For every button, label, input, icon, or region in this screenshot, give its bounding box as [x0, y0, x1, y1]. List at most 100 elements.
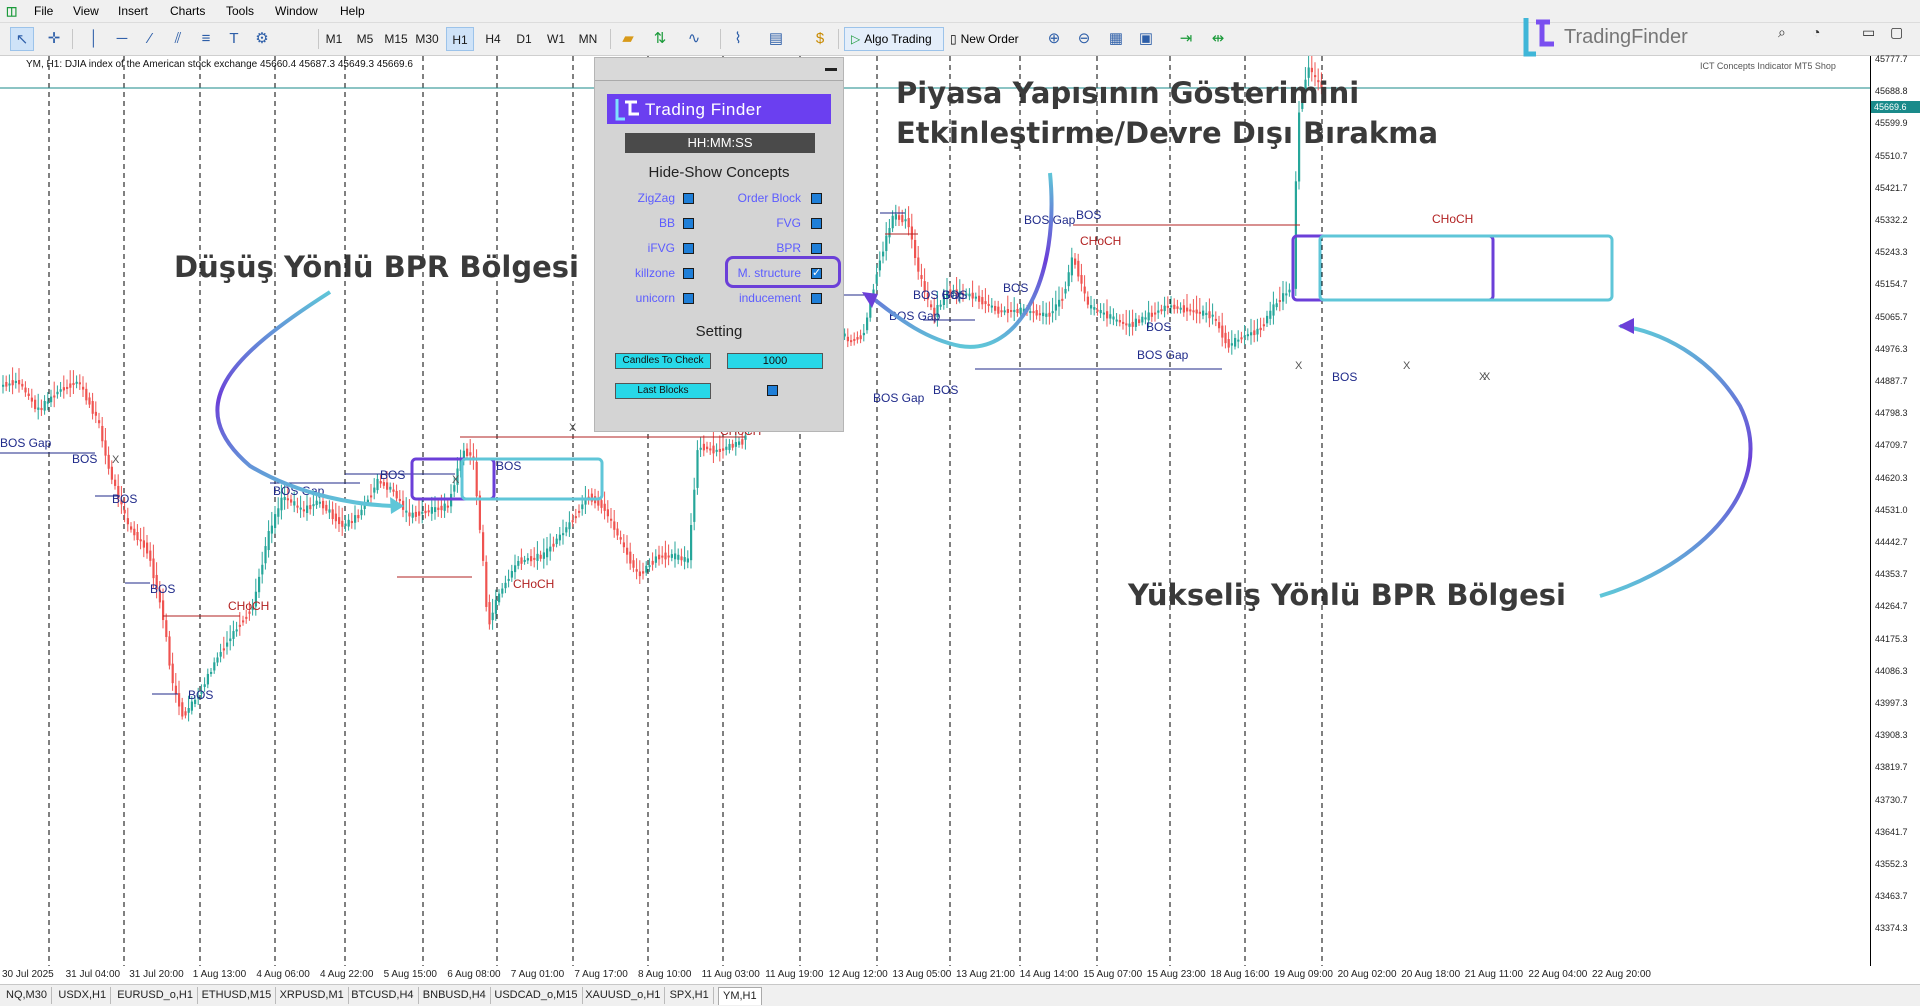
bear-candle [1195, 309, 1198, 314]
tf-d1[interactable]: D1 [510, 27, 538, 51]
candles-to-check-button[interactable]: Candles To Check [615, 353, 711, 369]
symbol-tab[interactable]: NQ,M30 [2, 987, 52, 1004]
tf-h4[interactable]: H4 [479, 27, 507, 51]
last-blocks-button[interactable]: Last Blocks [615, 383, 711, 399]
bull-candle [1202, 310, 1205, 316]
price-tick-label: 43730.7 [1875, 794, 1908, 805]
price-chart[interactable]: BOS Gap BOS BOS BOS BOS CHoCH BOS Gap BOS BOS CHo… [0, 56, 1920, 966]
symbol-tab[interactable]: USDX,H1 [54, 987, 112, 1004]
bear-candle [626, 547, 629, 555]
menu-view[interactable]: View [73, 4, 99, 18]
text-icon[interactable]: T [222, 27, 246, 51]
bull-candle [517, 560, 520, 566]
tf-m15[interactable]: M15 [382, 27, 410, 51]
dollar-icon[interactable]: $ [808, 27, 832, 51]
menu-file[interactable]: File [34, 4, 53, 18]
tf-m30[interactable]: M30 [413, 27, 441, 51]
symbol-tab[interactable]: XRPUSD,M1 [276, 987, 349, 1004]
menu-insert[interactable]: Insert [118, 4, 148, 18]
option-inducement-checkbox[interactable] [811, 293, 822, 304]
minimize-panel-icon[interactable] [825, 68, 837, 71]
restore-icon[interactable]: ▢ [1890, 24, 1903, 41]
menu-help[interactable]: Help [340, 4, 365, 18]
zoom-out-icon[interactable]: ⊖ [1072, 27, 1096, 51]
vertical-line-icon[interactable]: │ [82, 27, 106, 51]
price-axis[interactable]: 45669.6 45777.7 45688.8 45599.9 45510.7 4542… [1870, 54, 1920, 966]
bear-candle [622, 542, 625, 548]
bear-candle [238, 624, 241, 627]
horizontal-line-icon[interactable]: ─ [110, 27, 134, 51]
tf-w1[interactable]: W1 [542, 27, 570, 51]
chart-shift-icon[interactable]: ⇹ [1206, 27, 1230, 51]
bos-label: BOS [496, 459, 521, 473]
tf-m1[interactable]: M1 [320, 27, 348, 51]
crosshair-icon[interactable]: ✛ [42, 27, 66, 51]
indicator-label: ICT Concepts Indicator MT5 Shop [1700, 61, 1836, 71]
folder-icon[interactable]: ▰ [616, 27, 640, 51]
price-tick-label: 43374.3 [1875, 923, 1908, 934]
indicators-icon[interactable]: ⇅ [648, 27, 672, 51]
bull-candle [558, 534, 561, 541]
new-order-button[interactable]: ▯ New Order [950, 27, 1040, 51]
bear-candle [334, 513, 337, 522]
bear-candle [1227, 339, 1230, 348]
tile-icon[interactable]: ▣ [1134, 27, 1158, 51]
candles-to-check-input[interactable]: 1000 [727, 353, 823, 369]
shapes-icon[interactable]: ⚙ [250, 27, 274, 51]
clock-display: HH:MM:SS [625, 133, 815, 153]
symbol-tab[interactable]: ETHUSD,M15 [198, 987, 277, 1004]
tf-h1[interactable]: H1 [446, 27, 474, 51]
bull-candle [1054, 304, 1057, 311]
bear-candle [395, 490, 398, 499]
bull-candle [210, 671, 213, 674]
trendline-icon[interactable]: ⁄ [138, 27, 162, 51]
symbol-tab[interactable]: SPX,H1 [666, 987, 714, 1004]
bear-candle [482, 532, 485, 561]
symbol-tab[interactable]: BNBUSD,H4 [419, 987, 491, 1004]
notifications-icon[interactable]: ◔ [1812, 24, 1820, 40]
date-axis[interactable]: 30 Jul 2025 31 Jul 04:00 31 Jul 20:00 1 Aug… [0, 966, 1870, 984]
cursor-icon[interactable]: ↖ [10, 27, 34, 51]
price-tick-label: 45332.2 [1875, 215, 1908, 225]
autoscroll-icon[interactable]: ⇥ [1174, 27, 1198, 51]
bull-candle [507, 578, 510, 581]
chart-type-icon[interactable]: ∿ [682, 27, 706, 51]
option-bpr-checkbox[interactable] [811, 243, 822, 254]
tf-mn[interactable]: MN [574, 27, 602, 51]
templates-icon[interactable]: ▤ [764, 27, 788, 51]
symbol-tab[interactable]: USDCAD_o,M15 [490, 987, 583, 1004]
menu-tools[interactable]: Tools [226, 4, 254, 18]
bull-candle [1134, 318, 1137, 327]
fibonacci-icon[interactable]: ≡ [194, 27, 218, 51]
menu-window[interactable]: Window [275, 4, 318, 18]
symbol-tab[interactable]: YM,H1 [718, 987, 762, 1005]
option-fvg-checkbox[interactable] [811, 218, 822, 229]
bos-label: BOS [72, 452, 97, 466]
option-killzone-label: killzone [634, 266, 675, 280]
bull-candle [1163, 305, 1166, 312]
bear-candle [171, 663, 174, 684]
grid-icon[interactable]: ▦ [1104, 27, 1128, 51]
option-order-block-checkbox[interactable] [811, 193, 822, 204]
chart-zoom-icon[interactable]: ⌇ [726, 27, 750, 51]
bear-candle [104, 440, 107, 456]
bull-candle [1179, 307, 1182, 310]
minimize-icon[interactable]: ▭ [1862, 24, 1875, 41]
bear-candle [1077, 260, 1080, 277]
bear-candle [27, 393, 30, 396]
bear-candle [1253, 330, 1256, 336]
search-icon[interactable]: ⌕ [1778, 24, 1786, 41]
bull-candle [738, 441, 741, 445]
symbol-tab[interactable]: EURUSD_o,H1 [113, 987, 198, 1004]
tf-m5[interactable]: M5 [351, 27, 379, 51]
symbol-tab[interactable]: XAUUSD_o,H1 [581, 987, 666, 1004]
channel-icon[interactable]: ⫽ [166, 27, 190, 51]
last-blocks-checkbox[interactable] [767, 385, 778, 396]
symbol-tab[interactable]: BTCUSD,H4 [347, 987, 419, 1004]
bear-candle [1083, 286, 1086, 294]
bull-candle [1170, 305, 1173, 308]
zoom-in-icon[interactable]: ⊕ [1042, 27, 1066, 51]
menu-charts[interactable]: Charts [170, 4, 205, 18]
bull-candle [526, 558, 529, 561]
algo-trading-button[interactable]: ▷ Algo Trading [844, 27, 944, 51]
